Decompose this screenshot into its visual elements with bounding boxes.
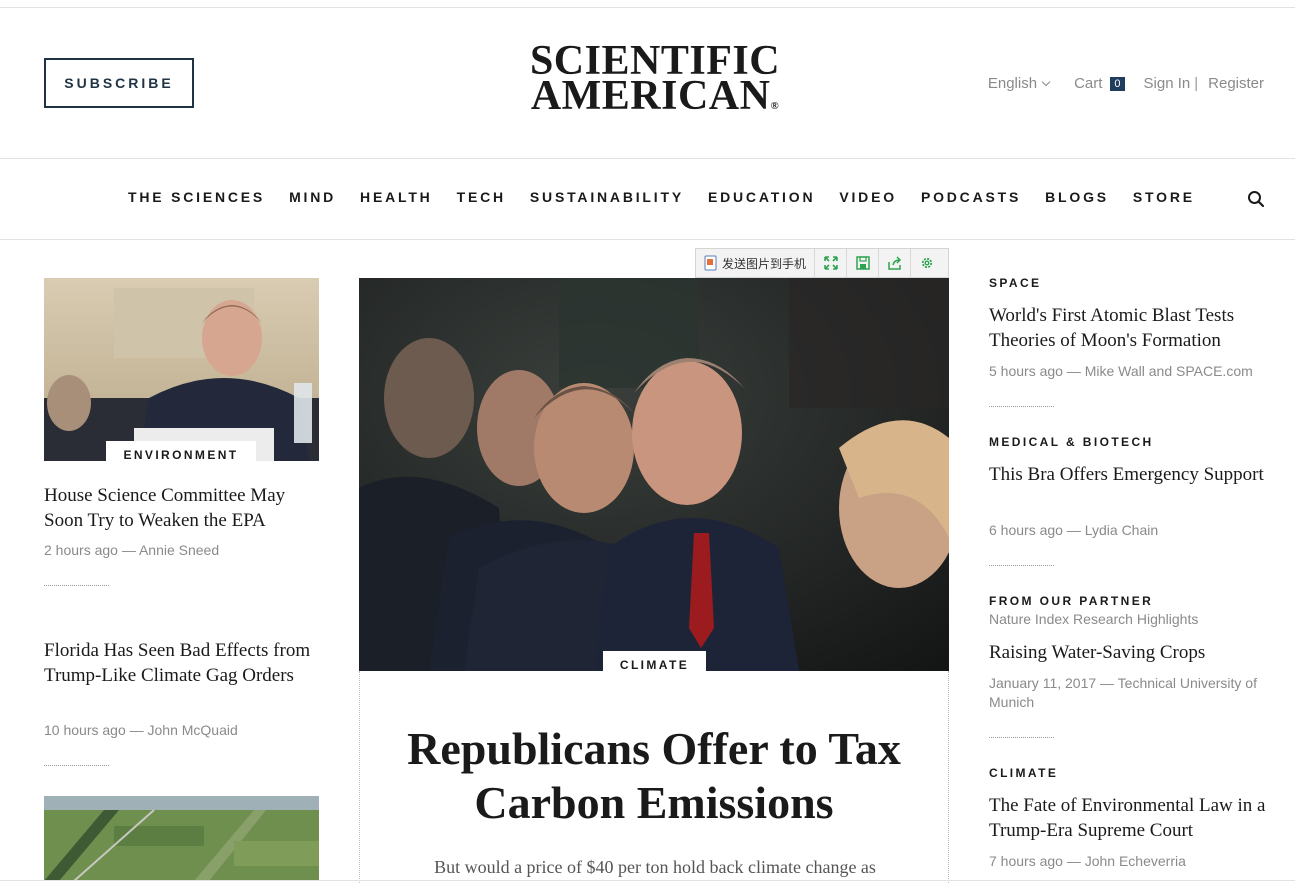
language-selector[interactable]: English [987,75,1051,92]
cart-link[interactable]: Cart [1074,75,1102,92]
nav-bottom-divider [0,239,1295,240]
article-meta: 7 hours ago — John Echeverria [989,853,1186,869]
image-toolbar: 发送图片到手机 [695,248,949,278]
nav-item-podcasts[interactable]: PODCASTS [921,189,1021,205]
feature-dek: But would a price of $40 per ton hold ba… [434,857,876,877]
article-title[interactable]: This Bra Offers Emergency Support [989,462,1269,487]
nav-item-the-sciences[interactable]: THE SCIENCES [128,189,265,205]
cart-count-badge: 0 [1110,76,1125,91]
save-icon [855,256,870,270]
bottom-divider [0,880,1295,881]
nav-item-video[interactable]: VIDEO [839,189,897,205]
logo-line-2: AMERICAN® [505,75,805,124]
send-to-phone-label: 发送图片到手机 [722,256,807,271]
separator: | [1194,75,1199,92]
article-meta: 5 hours ago — Mike Wall and SPACE.com [989,363,1253,379]
main-nav: THE SCIENCES MIND HEALTH TECH SUSTAINABI… [128,189,1219,205]
category-label[interactable]: SPACE [989,276,1041,290]
share-button[interactable] [879,249,912,277]
nav-item-tech[interactable]: TECH [457,189,506,205]
settings-icon [921,257,933,269]
hearing-photo [44,278,319,461]
feature-title[interactable]: Republicans Offer to Tax Carbon Emission… [370,722,938,830]
article-meta: January 11, 2017 — Technical University … [989,675,1257,710]
article-divider [989,406,1054,407]
article-divider [44,765,109,766]
nav-item-health[interactable]: HEALTH [360,189,433,205]
search-icon[interactable] [1247,190,1265,208]
nav-top-divider [0,158,1295,159]
aerial-fields-photo [44,796,319,881]
category-tag[interactable]: ENVIRONMENT [106,441,256,462]
feature-photo [359,278,949,671]
header-utilities: English Cart 0 Sign In | Register [988,75,1264,92]
chevron-down-icon [1041,77,1051,86]
save-button[interactable] [847,249,880,277]
settings-button[interactable] [911,249,943,277]
share-icon [887,256,901,270]
article-meta: 2 hours ago — Annie Sneed [44,542,220,558]
article-divider [44,585,109,586]
subcategory-label: Nature Index Research Highlights [989,611,1199,627]
expand-icon [823,256,838,270]
site-logo[interactable]: SCIENTIFIC AMERICAN® [505,40,805,124]
article-thumbnail-epa[interactable] [44,278,319,461]
language-label: English [987,75,1038,92]
feature-image[interactable] [359,278,949,671]
logo-line-2-text: AMERICAN [530,73,771,119]
send-to-phone-button[interactable]: 发送图片到手机 [696,249,816,277]
register-link[interactable]: Register [1208,75,1264,92]
article-title[interactable]: Raising Water-Saving Crops [989,640,1269,665]
article-title[interactable]: World's First Atomic Blast Tests Theorie… [989,303,1269,353]
article-title[interactable]: The Fate of Environmental Law in a Trump… [989,793,1269,843]
subscribe-button[interactable]: SUBSCRIBE [44,58,194,108]
nav-item-education[interactable]: EDUCATION [708,189,815,205]
sign-in-link[interactable]: Sign In [1144,75,1191,92]
article-meta: 10 hours ago — John McQuaid [44,722,238,738]
article-title[interactable]: House Science Committee May Soon Try to … [44,483,324,533]
article-thumbnail-florida[interactable] [44,796,319,881]
category-label[interactable]: FROM OUR PARTNER [989,594,1153,608]
nav-item-blogs[interactable]: BLOGS [1045,189,1109,205]
article-meta: 6 hours ago — Lydia Chain [989,522,1159,538]
article-divider [989,565,1054,566]
nav-item-sustainability[interactable]: SUSTAINABILITY [530,189,684,205]
category-tag[interactable]: CLIMATE [603,651,706,672]
expand-button[interactable] [815,249,848,277]
category-label[interactable]: MEDICAL & BIOTECH [989,435,1154,449]
nav-item-mind[interactable]: MIND [289,189,336,205]
top-divider [0,7,1295,8]
category-label[interactable]: CLIMATE [989,766,1058,780]
article-title[interactable]: Florida Has Seen Bad Effects from Trump-… [44,638,324,688]
phone-icon [704,255,717,271]
article-divider [989,737,1054,738]
nav-item-store[interactable]: STORE [1133,189,1195,205]
logo-registered-mark: ® [770,100,780,112]
